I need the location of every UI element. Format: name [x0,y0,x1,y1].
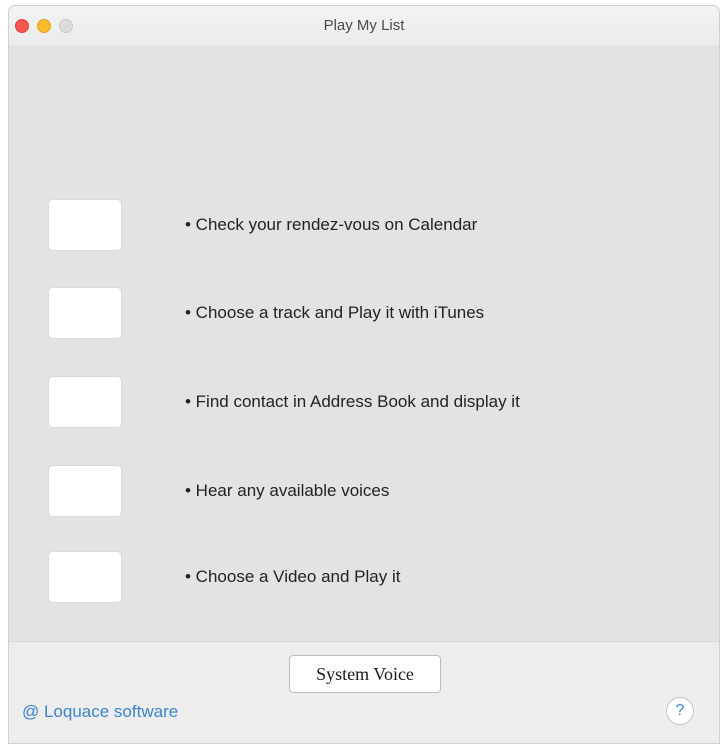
video-task-button[interactable] [49,552,121,602]
voices-task-button[interactable] [49,466,121,516]
window-title: Play My List [323,17,405,34]
task-label: • Hear any available voices [185,481,390,500]
footer-bar: System Voice @ Loquace software ? [9,641,719,743]
task-label: • Choose a track and Play it with iTunes [185,303,485,322]
title-bar[interactable]: Play My List [9,6,719,47]
calendar-task-button[interactable] [49,200,121,250]
task-row-calendar: • Check your rendez-vous on Calendar [9,200,719,252]
task-label: • Choose a Video and Play it [185,567,401,586]
address-book-task-button[interactable] [49,377,121,427]
task-row-video: • Choose a Video and Play it [9,552,719,604]
task-row-address-book: • Find contact in Address Book and displ… [9,377,719,429]
system-voice-button[interactable]: System Voice [289,655,441,693]
task-row-itunes: • Choose a track and Play it with iTunes [9,288,719,340]
task-list: • Check your rendez-vous on Calendar • C… [9,47,719,641]
itunes-task-button[interactable] [49,288,121,338]
company-link[interactable]: @ Loquace software [22,702,178,722]
task-label: • Find contact in Address Book and displ… [185,392,520,411]
task-row-voices: • Hear any available voices [9,466,719,518]
help-icon[interactable]: ? [666,697,694,725]
task-label: • Check your rendez-vous on Calendar [185,215,478,234]
app-window: Play My List • Check your rendez-vous on… [9,6,719,743]
